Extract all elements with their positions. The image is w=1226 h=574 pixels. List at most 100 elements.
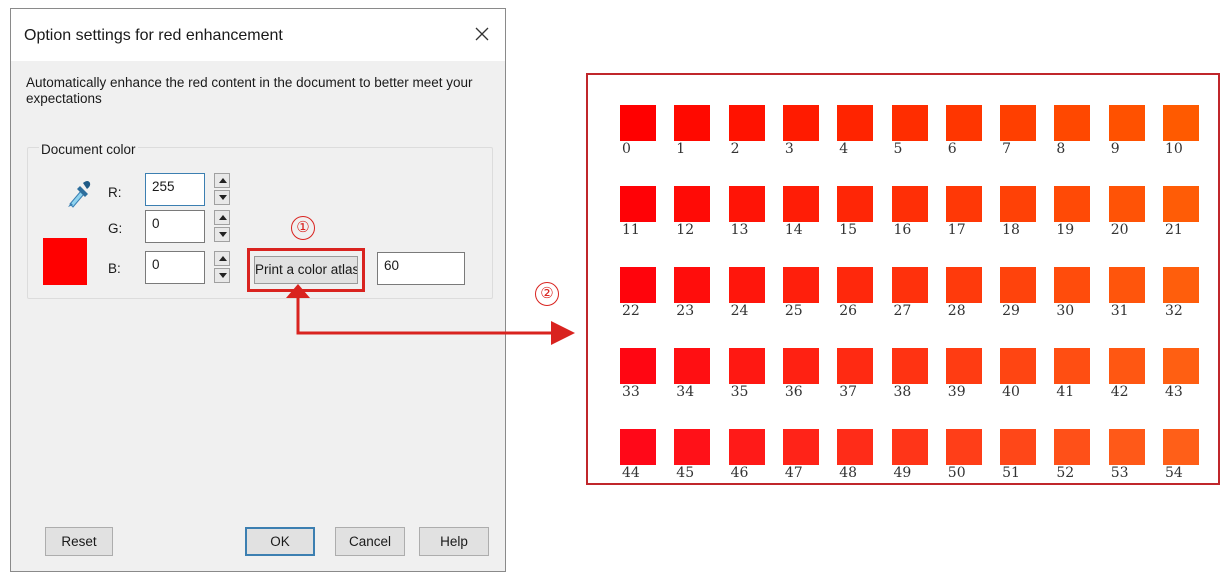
atlas-swatch-label: 52	[1056, 465, 1075, 481]
atlas-swatch: 2	[728, 105, 769, 163]
atlas-swatch-color	[1000, 105, 1037, 141]
atlas-swatch-label: 39	[947, 384, 966, 400]
atlas-swatch: 39	[945, 348, 986, 406]
atlas-swatch-color	[674, 186, 711, 222]
arrow-up-icon	[286, 284, 310, 298]
atlas-swatch: 15	[837, 186, 877, 244]
atlas-swatch-label: 21	[1165, 222, 1183, 238]
atlas-swatch-label: 24	[730, 303, 749, 319]
atlas-swatch: 46	[728, 429, 769, 487]
atlas-swatch-color	[620, 267, 656, 303]
atlas-swatch-color	[782, 348, 819, 384]
atlas-swatch-color	[1054, 105, 1091, 141]
atlas-swatch-color	[891, 429, 928, 465]
atlas-swatch-label: 49	[893, 465, 912, 481]
atlas-swatch-label: 19	[1056, 222, 1075, 238]
atlas-swatch: 28	[945, 267, 986, 325]
atlas-swatch-color	[1163, 186, 1199, 222]
atlas-swatch-color	[1163, 348, 1199, 384]
atlas-swatch: 42	[1108, 348, 1149, 406]
atlas-swatch-label: 36	[784, 384, 803, 400]
atlas-swatch-label: 31	[1110, 303, 1129, 319]
atlas-swatch: 38	[891, 348, 932, 406]
atlas-swatch: 31	[1108, 267, 1149, 325]
atlas-swatch-label: 25	[784, 303, 803, 319]
atlas-swatch-color	[1054, 186, 1091, 222]
atlas-swatch-label: 0	[622, 141, 631, 157]
atlas-swatch: 21	[1163, 186, 1203, 244]
atlas-swatch: 29	[1000, 267, 1040, 325]
atlas-swatch-label: 9	[1110, 141, 1120, 157]
atlas-swatch-label: 33	[622, 384, 640, 400]
atlas-swatch: 0	[620, 105, 660, 163]
atlas-swatch-label: 37	[839, 384, 858, 400]
atlas-swatch-color	[674, 105, 711, 141]
atlas-swatch: 26	[837, 267, 877, 325]
atlas-swatch-color	[728, 267, 765, 303]
atlas-swatch-label: 40	[1002, 384, 1020, 400]
atlas-swatch-color	[837, 267, 874, 303]
atlas-swatch-label: 6	[947, 141, 957, 157]
atlas-swatch: 52	[1054, 429, 1094, 487]
atlas-swatch-label: 7	[1002, 141, 1012, 157]
atlas-swatch-label: 15	[839, 222, 858, 238]
atlas-swatch: 7	[1000, 105, 1040, 163]
atlas-swatch-label: 5	[893, 141, 903, 157]
atlas-swatch: 36	[782, 348, 823, 406]
atlas-swatch: 53	[1108, 429, 1149, 487]
atlas-swatch-label: 47	[784, 465, 803, 481]
atlas-swatch-label: 43	[1165, 384, 1183, 400]
atlas-swatch-label: 11	[622, 222, 640, 238]
atlas-swatch-label: 45	[676, 465, 695, 481]
atlas-swatch-label: 53	[1110, 465, 1129, 481]
atlas-swatch: 50	[945, 429, 986, 487]
atlas-swatch-label: 30	[1056, 303, 1075, 319]
atlas-swatch-color	[1000, 186, 1037, 222]
atlas-swatch: 11	[620, 186, 660, 244]
atlas-swatch-label: 22	[622, 303, 640, 319]
atlas-swatch: 48	[837, 429, 877, 487]
atlas-swatch-color	[674, 267, 711, 303]
atlas-swatch: 18	[1000, 186, 1040, 244]
atlas-swatch-label: 27	[893, 303, 912, 319]
atlas-swatch-color	[1054, 348, 1091, 384]
atlas-swatch: 3	[782, 105, 823, 163]
atlas-swatch: 27	[891, 267, 932, 325]
atlas-swatch-label: 12	[676, 222, 695, 238]
atlas-swatch-color	[1000, 348, 1037, 384]
atlas-swatch: 20	[1108, 186, 1149, 244]
atlas-swatch: 6	[945, 105, 986, 163]
atlas-swatch: 44	[620, 429, 660, 487]
atlas-swatch: 35	[728, 348, 769, 406]
atlas-swatch: 19	[1054, 186, 1094, 244]
atlas-swatch: 49	[891, 429, 932, 487]
atlas-swatch-label: 42	[1110, 384, 1129, 400]
atlas-swatch: 51	[1000, 429, 1040, 487]
atlas-swatch-label: 13	[730, 222, 749, 238]
atlas-swatch-color	[782, 267, 819, 303]
atlas-swatch-label: 48	[839, 465, 858, 481]
atlas-swatch: 5	[891, 105, 932, 163]
atlas-swatch-color	[1163, 105, 1199, 141]
atlas-swatch-color	[1108, 348, 1145, 384]
atlas-swatch: 45	[674, 429, 714, 487]
atlas-swatch-color	[782, 105, 819, 141]
atlas-swatch: 12	[674, 186, 714, 244]
atlas-swatch-color	[1054, 267, 1091, 303]
atlas-swatch: 13	[728, 186, 769, 244]
atlas-swatch: 32	[1163, 267, 1203, 325]
atlas-swatch-color	[782, 186, 819, 222]
atlas-swatch-label: 34	[676, 384, 695, 400]
atlas-swatch-label: 51	[1002, 465, 1020, 481]
atlas-swatch-label: 3	[784, 141, 794, 157]
atlas-swatch-color	[728, 429, 765, 465]
atlas-swatch-label: 46	[730, 465, 749, 481]
atlas-swatch-color	[728, 348, 765, 384]
atlas-swatch-color	[891, 186, 928, 222]
atlas-swatch: 9	[1108, 105, 1149, 163]
atlas-swatch-label: 18	[1002, 222, 1020, 238]
atlas-swatch-label: 54	[1165, 465, 1183, 481]
atlas-swatch: 1	[674, 105, 714, 163]
atlas-swatch-label: 17	[947, 222, 966, 238]
atlas-swatch-label: 41	[1056, 384, 1075, 400]
